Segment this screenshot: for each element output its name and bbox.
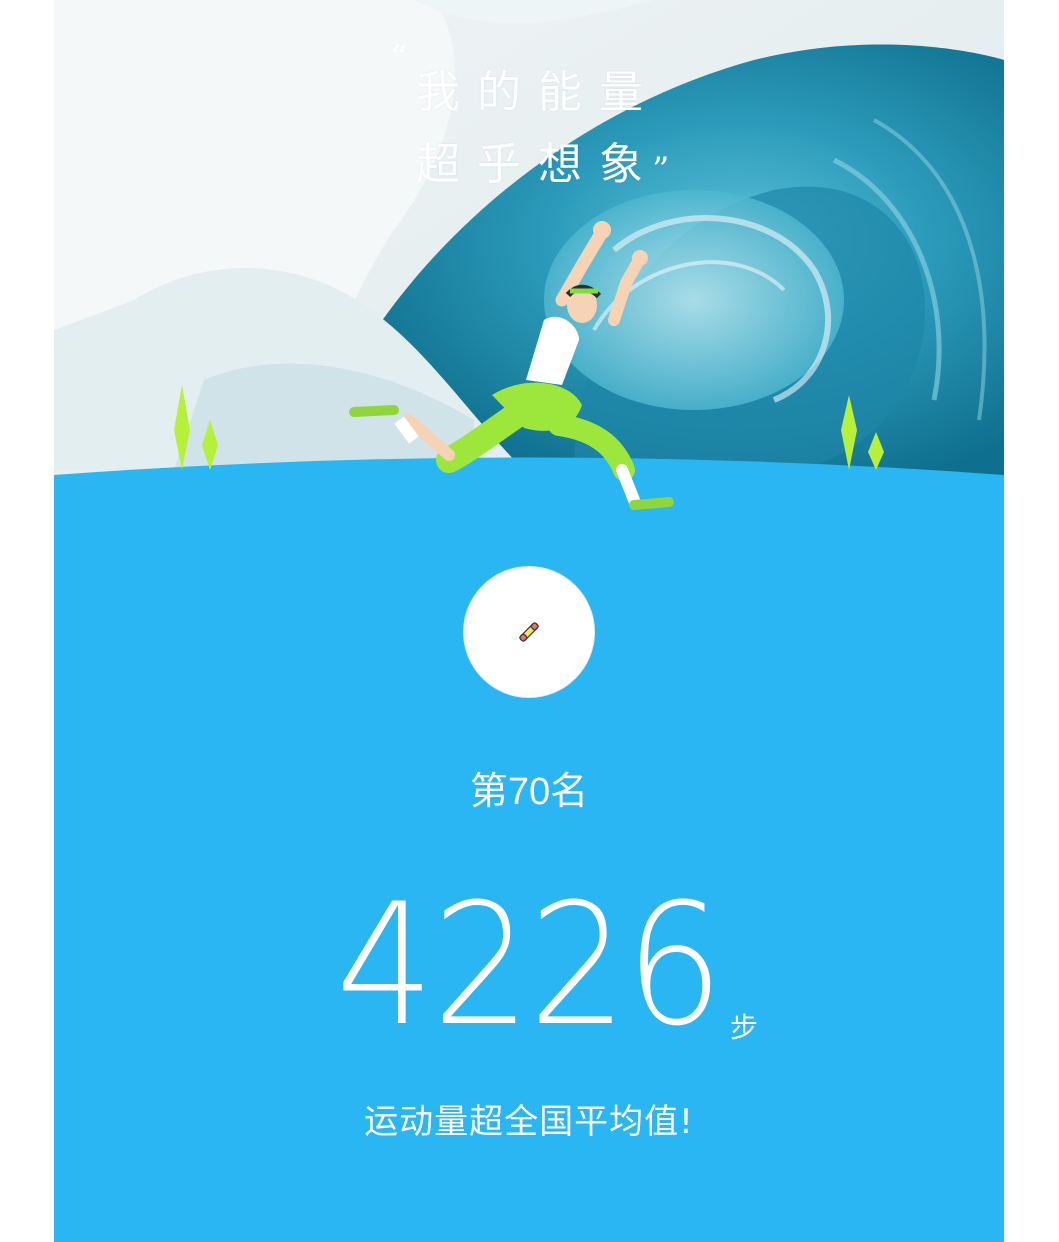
slogan-line-2: 超乎想象 [416, 139, 660, 190]
step-unit: 步 [730, 1011, 759, 1044]
slogan-line-1: 我的能量 [416, 67, 660, 118]
ribbon-icon [519, 622, 539, 642]
quote-open-mark: “ [390, 38, 408, 78]
rank-medal [464, 567, 594, 697]
rank-label: 第70名 [469, 771, 589, 813]
step-count: 4226 [336, 867, 724, 1063]
step-count-row: 4226 [54, 880, 1004, 1050]
activity-comment: 运动量超全国平均值! [364, 1102, 694, 1142]
slogan: “ 我的能量 超乎想象 ” [54, 0, 1004, 200]
quote-close-mark: ” [652, 150, 670, 190]
share-card: “ 我的能量 超乎想象 ” 第70名 4226 步 运动量超全国平均值! [54, 0, 1004, 1242]
hero-illustration: “ 我的能量 超乎想象 ” [54, 0, 1004, 540]
